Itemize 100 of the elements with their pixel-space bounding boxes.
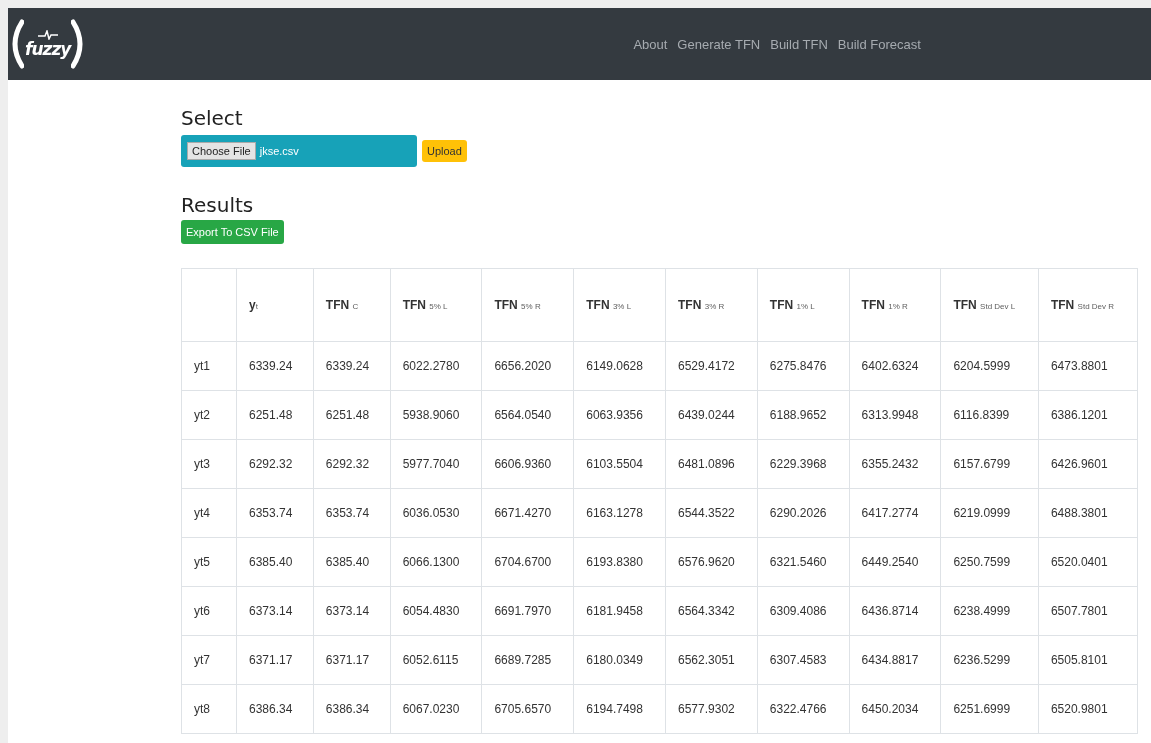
table-cell: 6313.9948 [849,390,941,440]
table-cell: 6229.3968 [757,439,850,489]
table-cell: 6691.7970 [481,586,574,636]
table-cell: 6292.32 [236,439,314,489]
table-cell: 6163.1278 [573,488,666,538]
table-cell: 6022.2780 [390,341,482,391]
logo-text[interactable]: fuzzy [25,40,71,58]
table-cell: 6307.4583 [757,635,850,685]
table-cell: yt1 [181,341,237,391]
table-cell: 6149.0628 [573,341,666,391]
table-cell: 6426.9601 [1038,439,1138,489]
left-parenthesis-icon [12,18,24,70]
table-cell: 6066.1300 [390,537,482,587]
table-cell: 6544.3522 [665,488,758,538]
table-cell: 6290.2026 [757,488,850,538]
table-cell: 6704.6700 [481,537,574,587]
table-cell: 6036.0530 [390,488,482,538]
table-cell: 6116.8399 [940,390,1039,440]
table-cell: 6436.8714 [849,586,941,636]
table-cell: yt3 [181,439,237,489]
table-cell: 6705.6570 [481,684,574,734]
table-cell: 6250.7599 [940,537,1039,587]
table-cell: 6180.0349 [573,635,666,685]
upload-button[interactable]: Upload [422,140,467,162]
table-cell: 6386.34 [313,684,391,734]
table-cell: 6251.48 [236,390,314,440]
table-cell: yt5 [181,537,237,587]
export-button[interactable]: Export To CSV File [181,220,284,244]
table-cell: 6386.1201 [1038,390,1138,440]
table-cell: 6481.0896 [665,439,758,489]
table-cell: 6193.8380 [573,537,666,587]
table-cell: 6576.9620 [665,537,758,587]
table-cell: 6577.9302 [665,684,758,734]
table-cell: 6181.9458 [573,586,666,636]
table-cell: 6052.6115 [390,635,482,685]
table-cell: 6434.8817 [849,635,941,685]
table-cell: 6505.8101 [1038,635,1138,685]
right-parenthesis-icon [71,18,84,70]
table-cell: 6194.7498 [573,684,666,734]
pulse-icon [36,30,59,40]
table-cell: 6353.74 [236,488,314,538]
table-cell: yt7 [181,635,237,685]
table-cell: 6386.34 [236,684,314,734]
table-cell: 6292.32 [313,439,391,489]
table-cell: 6188.9652 [757,390,850,440]
nav-link[interactable]: Generate TFN [677,36,761,52]
table-cell: 5977.7040 [390,439,482,489]
table-cell: 6322.4766 [757,684,850,734]
table-cell: 6439.0244 [665,390,758,440]
table-cell: yt2 [181,390,237,440]
table-cell: 6157.6799 [940,439,1039,489]
table-cell: 6385.40 [236,537,314,587]
table-cell: yt8 [181,684,237,734]
table-cell: 6251.48 [313,390,391,440]
table-cell: 6656.2020 [481,341,574,391]
table-cell: 6355.2432 [849,439,941,489]
table-cell: 6488.3801 [1038,488,1138,538]
file-name: jkse.csv [259,145,299,157]
table-cell: 6529.4172 [665,341,758,391]
table-cell: 5938.9060 [390,390,482,440]
table-cell: 6339.24 [236,341,314,391]
table-cell: 6219.0999 [940,488,1039,538]
table-cell: 6402.6324 [849,341,941,391]
table-cell: 6689.7285 [481,635,574,685]
table-cell: 6309.4086 [757,586,850,636]
table-cell: 6385.40 [313,537,391,587]
table-cell: 6449.2540 [849,537,941,587]
section-heading: Select [181,106,244,130]
table-cell: 6671.4270 [481,488,574,538]
table-cell: 6236.5299 [940,635,1039,685]
table-cell: 6606.9360 [481,439,574,489]
table-cell: 6275.8476 [757,341,850,391]
table-cell: 6238.4999 [940,586,1039,636]
table-cell: 6339.24 [313,341,391,391]
nav-link[interactable]: Build Forecast [837,36,921,52]
table-cell: 6103.5504 [573,439,666,489]
table-cell: 6204.5999 [940,341,1039,391]
table-cell: yt6 [181,586,237,636]
table-cell: 6371.17 [236,635,314,685]
nav-link[interactable]: About [633,36,668,52]
table-cell: 6520.0401 [1038,537,1138,587]
table-cell: 6371.17 [313,635,391,685]
table-cell: 6321.5460 [757,537,850,587]
table-cell: 6353.74 [313,488,391,538]
table-cell: 6417.2774 [849,488,941,538]
table-cell: 6063.9356 [573,390,666,440]
table-cell: 6373.14 [313,586,391,636]
table-cell: 6507.7801 [1038,586,1138,636]
table-cell: 6564.0540 [481,390,574,440]
table-cell: 6067.0230 [390,684,482,734]
section-heading: Results [181,193,255,217]
table-cell: 6564.3342 [665,586,758,636]
nav-link[interactable]: Build TFN [770,36,828,52]
table-cell: 6373.14 [236,586,314,636]
table-cell: 6251.6999 [940,684,1039,734]
table-cell: 6473.8801 [1038,341,1138,391]
file-input[interactable]: Choose File jkse.csv [181,135,417,167]
table-cell: 6562.3051 [665,635,758,685]
table-cell: 6450.2034 [849,684,941,734]
choose-file-button[interactable]: Choose File [187,142,256,160]
